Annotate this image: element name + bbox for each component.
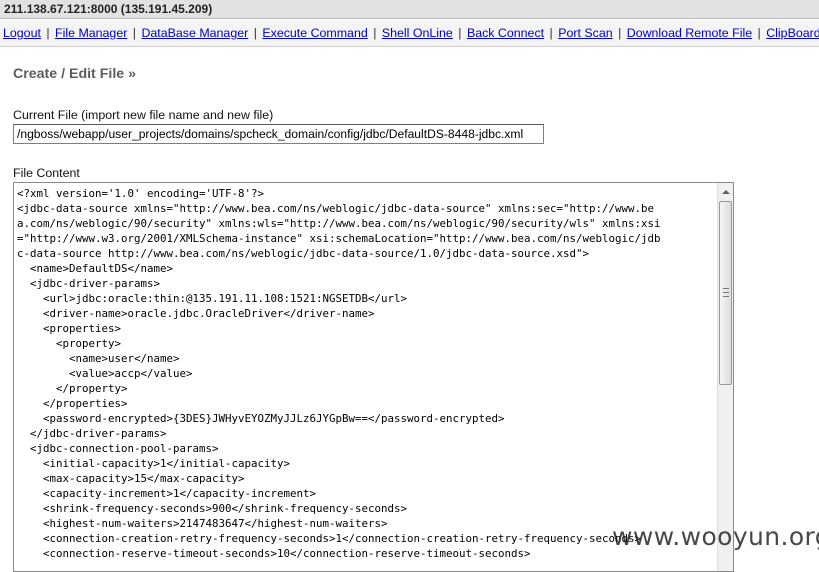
download-remote-file-link[interactable]: Download Remote File bbox=[627, 26, 752, 40]
code-line: <properties> bbox=[17, 322, 122, 335]
nav-separator: | bbox=[458, 26, 462, 40]
logout-link[interactable]: Logout bbox=[3, 26, 41, 40]
grip-icon bbox=[723, 288, 729, 297]
code-line: c-data-source http://www.bea.com/ns/webl… bbox=[17, 247, 590, 260]
code-line: <url>jdbc:oracle:thin:@135.191.11.108:15… bbox=[17, 292, 408, 305]
code-line: <highest-num-waiters>2147483647</highest… bbox=[17, 517, 388, 530]
nav-bar: Logout | File Manager | DataBase Manager… bbox=[0, 20, 819, 47]
code-line: a.com/ns/weblogic/90/security" xmlns:wls… bbox=[17, 217, 661, 230]
code-line: </properties> bbox=[17, 397, 128, 410]
code-line: <connection-reserve-timeout-seconds>10</… bbox=[17, 547, 531, 560]
port-scan-link[interactable]: Port Scan bbox=[558, 26, 612, 40]
scroll-up-arrow-icon[interactable] bbox=[718, 183, 733, 200]
code-line: <jdbc-connection-pool-params> bbox=[17, 442, 219, 455]
code-line: </property> bbox=[17, 382, 128, 395]
clipboard-link[interactable]: ClipBoard bbox=[766, 26, 819, 40]
nav-separator: | bbox=[132, 26, 137, 40]
nav-separator: | bbox=[549, 26, 553, 40]
code-line: <?xml version='1.0' encoding='UTF-8'?> bbox=[17, 187, 265, 200]
code-line: <value>accp</value> bbox=[17, 367, 193, 380]
scrollbar-thumb[interactable] bbox=[719, 201, 732, 385]
code-line: <max-capacity>15</max-capacity> bbox=[17, 472, 245, 485]
file-manager-link[interactable]: File Manager bbox=[55, 26, 127, 40]
code-line: <capacity-increment>1</capacity-incremen… bbox=[17, 487, 317, 500]
current-file-input[interactable] bbox=[13, 124, 544, 144]
window-title: 211.138.67.121:8000 (135.191.45.209) bbox=[0, 0, 819, 19]
file-content-label: File Content bbox=[13, 166, 80, 180]
nav-separator: | bbox=[373, 26, 377, 40]
database-manager-link[interactable]: DataBase Manager bbox=[141, 26, 248, 40]
code-line: <driver-name>oracle.jdbc.OracleDriver</d… bbox=[17, 307, 375, 320]
file-content-editor[interactable]: <?xml version='1.0' encoding='UTF-8'?> <j… bbox=[13, 182, 734, 572]
editor-scrollbar[interactable] bbox=[717, 183, 733, 571]
code-line: <property> bbox=[17, 337, 122, 350]
current-file-label: Current File (import new file name and n… bbox=[13, 108, 274, 122]
file-content-text[interactable]: <?xml version='1.0' encoding='UTF-8'?> <j… bbox=[14, 183, 718, 571]
code-line: <shrink-frequency-seconds>900</shrink-fr… bbox=[17, 502, 408, 515]
back-connect-link[interactable]: Back Connect bbox=[467, 26, 544, 40]
code-line: <jdbc-data-source xmlns="http://www.bea.… bbox=[17, 202, 655, 215]
code-line: <connection-creation-retry-frequency-sec… bbox=[17, 532, 642, 545]
code-line: <name>DefaultDS</name> bbox=[17, 262, 174, 275]
execute-command-link[interactable]: Execute Command bbox=[262, 26, 367, 40]
nav-separator: | bbox=[618, 26, 622, 40]
nav-separator: | bbox=[757, 26, 761, 40]
code-line: <initial-capacity>1</initial-capacity> bbox=[17, 457, 291, 470]
nav-separator: | bbox=[253, 26, 257, 40]
code-line: ="http://www.w3.org/2001/XMLSchema-insta… bbox=[17, 232, 661, 245]
code-line: <jdbc-driver-params> bbox=[17, 277, 161, 290]
code-line: <name>user</name> bbox=[17, 352, 180, 365]
code-line: </jdbc-driver-params> bbox=[17, 427, 167, 440]
code-line: <password-encrypted>{3DES}JWHyvEYOZMyJJL… bbox=[17, 412, 505, 425]
page-title: Create / Edit File » bbox=[13, 66, 136, 82]
shell-online-link[interactable]: Shell OnLine bbox=[382, 26, 453, 40]
nav-separator: | bbox=[46, 26, 50, 40]
